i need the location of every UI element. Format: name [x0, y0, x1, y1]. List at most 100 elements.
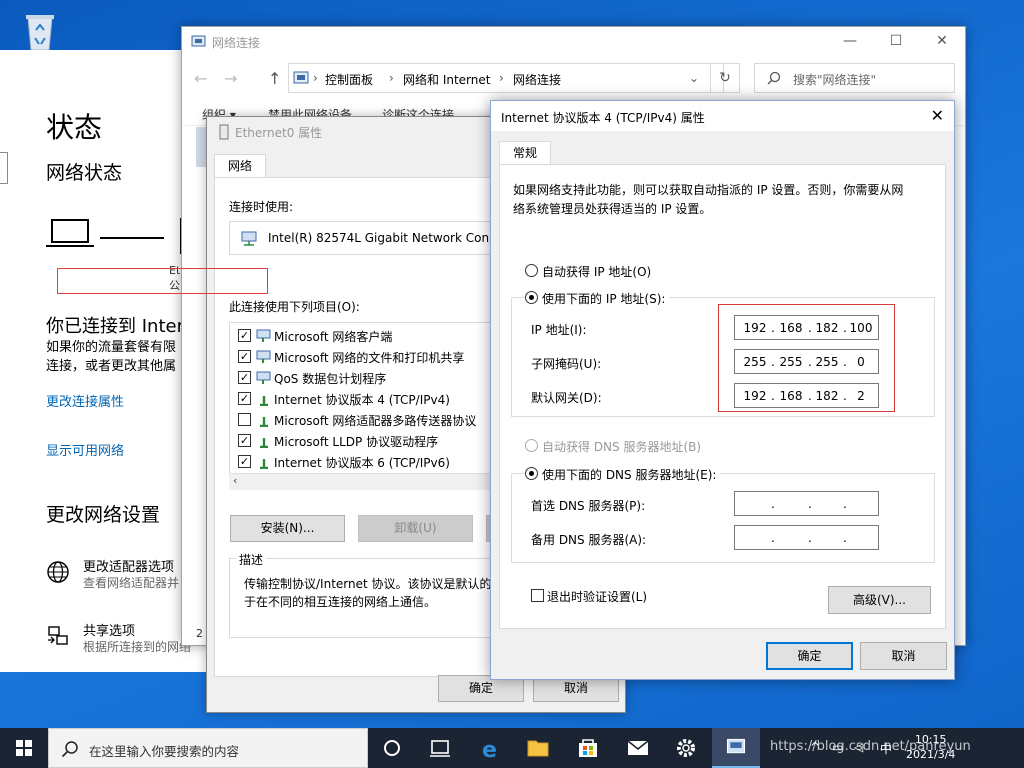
mail-icon[interactable] — [614, 728, 662, 768]
item-checkbox[interactable]: ✓ — [238, 392, 251, 405]
breadcrumb-network-connections[interactable]: 网络连接 — [513, 71, 561, 88]
title-bar[interactable]: 网络连接 — ☐ ✕ — [182, 27, 965, 57]
network-adapter-icon — [241, 231, 257, 246]
search-icon — [61, 741, 78, 758]
auto-dns-radio[interactable]: 自动获得 DNS 服务器地址(B) — [525, 438, 701, 455]
alternate-dns-field[interactable]: ... — [734, 525, 879, 550]
ok-button[interactable]: 确定 — [766, 642, 853, 670]
title-bar[interactable]: Internet 协议版本 4 (TCP/IPv4) 属性 ✕ — [491, 101, 954, 131]
search-placeholder: 搜索"网络连接" — [793, 73, 877, 87]
item-label: Microsoft LLDP 协议驱动程序 — [274, 435, 439, 449]
ip-settings-highlight-box — [718, 304, 895, 412]
page-title: 状态 — [46, 111, 103, 144]
preferred-dns-field[interactable]: ... — [734, 491, 879, 516]
qos-icon — [256, 371, 271, 384]
up-arrow-icon[interactable]: ↑ — [268, 69, 281, 88]
search-input[interactable]: 搜索"网络连接" — [754, 63, 955, 93]
forward-arrow-icon[interactable]: → — [224, 69, 237, 88]
settings-gear-icon[interactable] — [662, 728, 710, 768]
change-connection-properties-link[interactable]: 更改连接属性 — [46, 391, 124, 410]
validate-on-exit-checkbox[interactable]: 退出时验证设置(L) — [531, 588, 647, 605]
item-count: 2 — [196, 627, 203, 640]
edge-icon[interactable]: e — [466, 728, 514, 768]
change-settings-heading: 更改网络设置 — [46, 504, 161, 526]
dialog-title: Internet 协议版本 4 (TCP/IPv4) 属性 — [501, 111, 705, 125]
control-panel-icon — [293, 71, 309, 84]
manual-dns-radio[interactable]: 使用下面的 DNS 服务器地址(E): — [525, 466, 721, 483]
svg-text:e: e — [482, 738, 497, 763]
gateway-label: 默认网关(D): — [531, 391, 602, 405]
recycle-bin-icon[interactable] — [20, 10, 60, 52]
item-checkbox[interactable]: ✓ — [238, 371, 251, 384]
task-view-icon[interactable] — [416, 728, 464, 768]
item-checkbox[interactable]: ✓ — [238, 329, 251, 342]
connect-using-label: 连接时使用: — [229, 200, 294, 214]
dialog-title: Ethernet0 属性 — [235, 126, 323, 140]
item-label: Microsoft 网络的文件和打印机共享 — [274, 351, 465, 365]
refresh-icon[interactable]: ↻ — [710, 63, 740, 93]
taskbar-search[interactable]: 在这里输入你要搜索的内容 — [48, 728, 368, 768]
sharing-options-title: 共享选项 — [83, 624, 136, 639]
tab-network[interactable]: 网络 — [214, 154, 266, 178]
show-available-networks-link[interactable]: 显示可用网络 — [46, 440, 124, 459]
protocol-icon — [260, 396, 268, 406]
chevron-down-icon[interactable]: ⌄ — [689, 71, 699, 85]
subnet-mask-label: 子网掩码(U): — [531, 357, 602, 371]
minimize-button[interactable]: — — [827, 31, 873, 53]
network-client-icon — [256, 329, 271, 342]
close-icon[interactable]: ✕ — [931, 106, 944, 125]
watermark: https://blog.csdn.net/panreyun — [770, 739, 971, 754]
sharing-options-desc: 根据所连接到的网络 — [83, 640, 192, 654]
auto-ip-radio[interactable]: 自动获得 IP 地址(O) — [525, 263, 651, 280]
item-label: Microsoft 网络客户端 — [274, 330, 393, 344]
file-explorer-icon[interactable] — [514, 728, 562, 768]
manual-ip-radio[interactable]: 使用下面的 IP 地址(S): — [525, 290, 670, 307]
uninstall-button[interactable]: 卸载(U) — [358, 515, 473, 542]
item-checkbox[interactable] — [238, 413, 251, 426]
adapter-options-title: 更改适配器选项 — [83, 560, 175, 575]
cancel-button[interactable]: 取消 — [860, 642, 947, 670]
item-checkbox[interactable]: ✓ — [238, 455, 251, 468]
breadcrumb-network-internet[interactable]: 网络和 Internet — [403, 71, 490, 88]
cortana-icon[interactable] — [368, 728, 416, 768]
breadcrumb-separator-icon: › — [313, 71, 318, 85]
adapter-name: Intel(R) 82574L Gigabit Network Conne — [268, 231, 505, 245]
scroll-left-icon[interactable]: ‹ — [233, 474, 237, 487]
item-label: Internet 协议版本 6 (TCP/IPv6) — [274, 456, 450, 470]
protocol-icon — [260, 438, 268, 448]
address-bar[interactable]: › 控制面板 › 网络和 Internet › 网络连接 ⌄ — [288, 63, 724, 93]
item-checkbox[interactable]: ✓ — [238, 434, 251, 447]
ip-address-label: IP 地址(I): — [531, 323, 587, 337]
settings-window: 状态 网络状态 Eth 公 你已连接到 Inter 如果你的流量套餐有限 连接，或者… — [0, 50, 208, 672]
network-status-heading: 网络状态 — [46, 162, 123, 184]
protocol-icon — [260, 417, 268, 427]
back-arrow-icon[interactable]: ← — [194, 69, 207, 88]
install-button[interactable]: 安装(N)... — [230, 515, 345, 542]
item-label: QoS 数据包计划程序 — [274, 372, 387, 386]
taskbar-search-placeholder: 在这里输入你要搜索的内容 — [89, 744, 240, 759]
breadcrumb-separator-icon: › — [389, 71, 394, 85]
maximize-button[interactable]: ☐ — [873, 31, 919, 53]
windows-start-icon[interactable] — [0, 728, 48, 768]
file-share-icon — [256, 350, 271, 363]
nav-toggle[interactable] — [0, 152, 8, 184]
connected-heading: 你已连接到 Inter — [46, 316, 184, 337]
close-button[interactable]: ✕ — [919, 31, 965, 53]
item-checkbox[interactable]: ✓ — [238, 350, 251, 363]
adapter-options-desc: 查看网络适配器并 — [83, 576, 180, 590]
breadcrumb-control-panel[interactable]: 控制面板 — [325, 71, 373, 88]
globe-icon — [47, 561, 69, 583]
description-text: 传输控制协议/Internet 协议。该协议是默认的 于在不同的相互连接的网络上通… — [244, 577, 492, 609]
network-connections-taskbar-icon[interactable] — [712, 728, 760, 768]
address-bar-row: ← → ↑ › 控制面板 › 网络和 Internet › 网络连接 ⌄ ↻ 搜… — [182, 61, 965, 97]
advanced-button[interactable]: 高级(V)... — [828, 586, 931, 614]
description-legend: 描述 — [236, 551, 267, 568]
connection-line — [100, 237, 164, 239]
intro-text: 如果网络支持此功能，则可以获取自动指派的 IP 设置。否则，你需要从网 络系统管理… — [513, 183, 904, 216]
tab-general[interactable]: 常规 — [499, 141, 551, 165]
search-icon — [767, 71, 781, 85]
laptop-icon — [46, 219, 94, 247]
store-icon[interactable] — [564, 728, 612, 768]
window-title: 网络连接 — [212, 36, 261, 50]
protocol-icon — [260, 459, 268, 469]
